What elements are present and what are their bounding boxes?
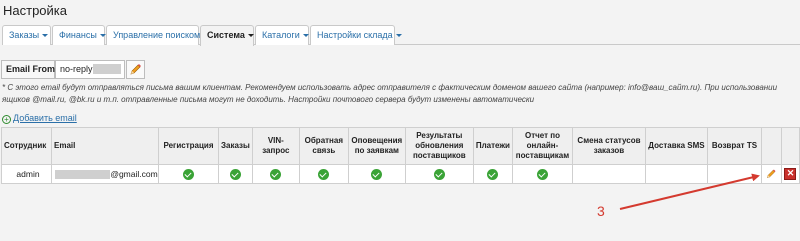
annotation-number: 3 bbox=[597, 203, 605, 219]
annotation-arrow bbox=[619, 173, 760, 210]
